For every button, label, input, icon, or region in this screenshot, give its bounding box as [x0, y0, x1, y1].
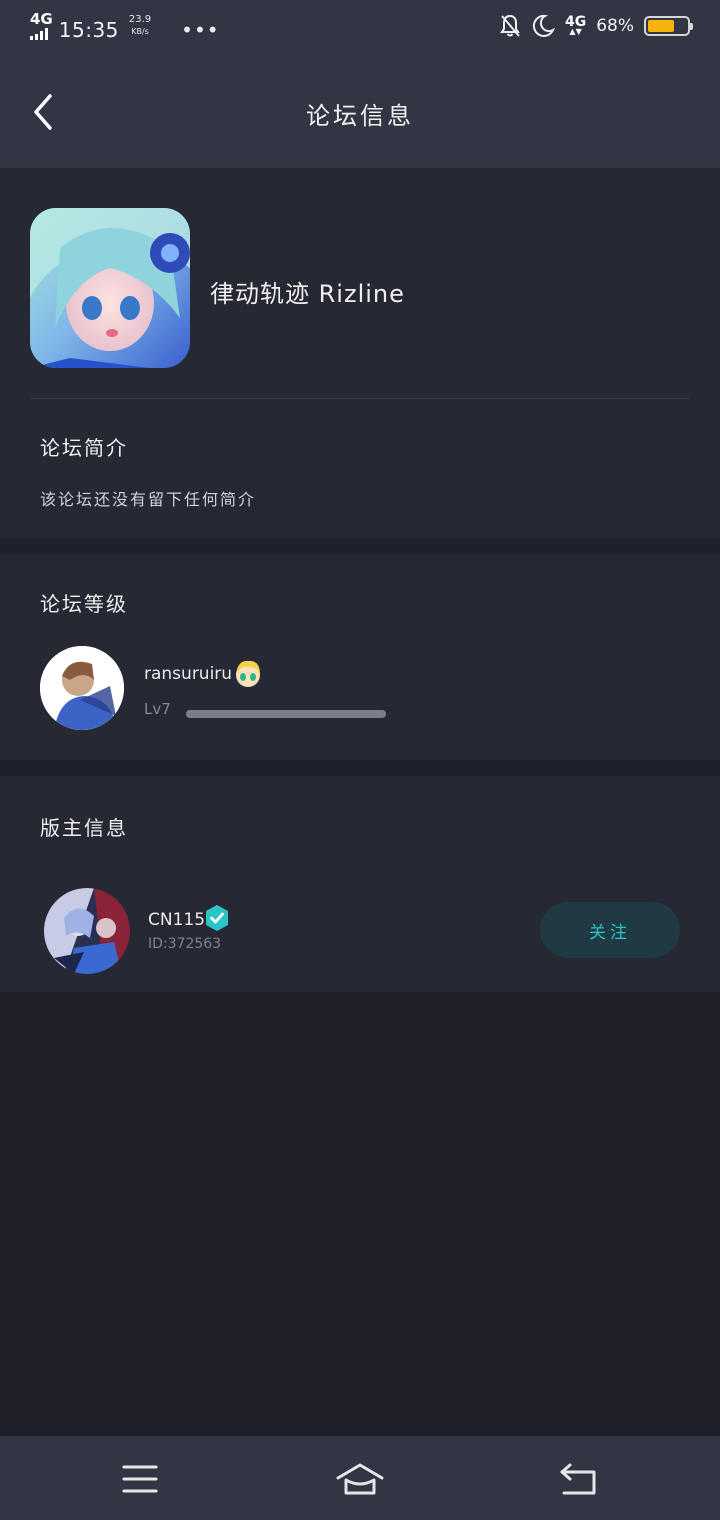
home-icon[interactable]: [336, 1462, 384, 1496]
network-indicator: 4G: [30, 12, 53, 40]
avatar[interactable]: [44, 888, 130, 974]
status-right: 4G ▲▼ 68%: [499, 14, 693, 38]
verified-icon: [206, 905, 228, 931]
intro-text: 该论坛还没有留下任何简介: [40, 490, 257, 509]
moderator-name[interactable]: CN115: [148, 910, 205, 930]
network-type: 4G: [30, 10, 53, 28]
level-label: 论坛等级: [40, 592, 128, 616]
clock: 15:35: [58, 18, 119, 42]
user-level: Lv7: [144, 700, 171, 718]
forum-avatar-art: [30, 208, 190, 368]
forum-level-card: 论坛等级 ransuruiru Lv7: [0, 554, 720, 760]
moderator-card: 版主信息 CN115 ID:372563 关注: [0, 776, 720, 992]
battery-icon: [644, 16, 693, 36]
username[interactable]: ransuruiru: [144, 664, 232, 684]
intro-label: 论坛简介: [40, 436, 128, 460]
page-header: 论坛信息: [0, 56, 720, 168]
notifications-off-icon: [500, 14, 520, 37]
user-avatar-art: [40, 646, 124, 730]
top-bar: 4G 15:35 23.9 KB/s ••• 4G ▲▼ 68% 论坛信息: [0, 0, 720, 168]
menu-icon[interactable]: [116, 1462, 164, 1496]
avatar[interactable]: [40, 646, 124, 730]
battery-fill: [648, 20, 674, 32]
back-icon[interactable]: [556, 1462, 604, 1496]
status-left: 4G 15:35 23.9 KB/s •••: [30, 12, 220, 42]
moderator-id: ID:372563: [148, 936, 222, 952]
mobile-data-indicator: 4G ▲▼: [565, 15, 586, 36]
more-notifications-icon: •••: [181, 18, 220, 42]
follow-button[interactable]: 关注: [540, 902, 680, 958]
speed-value: 23.9: [128, 14, 152, 25]
signal-icon: [30, 28, 53, 40]
level-progress-fill: [186, 710, 386, 718]
moon-icon: [532, 14, 555, 37]
battery-percent: 68%: [596, 16, 634, 36]
forum-name: 律动轨迹 Rizline: [210, 280, 405, 308]
moderator-avatar-art: [44, 888, 130, 974]
moderator-label: 版主信息: [40, 816, 128, 840]
page-title: 论坛信息: [306, 102, 414, 130]
network-speed: 23.9 KB/s: [129, 14, 151, 38]
speed-unit: KB/s: [131, 27, 149, 36]
status-bar: 4G 15:35 23.9 KB/s ••• 4G ▲▼ 68%: [0, 0, 720, 56]
system-nav-bar: [0, 1436, 720, 1520]
level-progress-bar: [186, 710, 386, 718]
forum-info-card: 律动轨迹 Rizline 论坛简介 该论坛还没有留下任何简介: [0, 168, 720, 538]
forum-avatar: [30, 208, 190, 368]
divider: [30, 398, 690, 399]
avatar-badge-icon: [236, 660, 260, 687]
